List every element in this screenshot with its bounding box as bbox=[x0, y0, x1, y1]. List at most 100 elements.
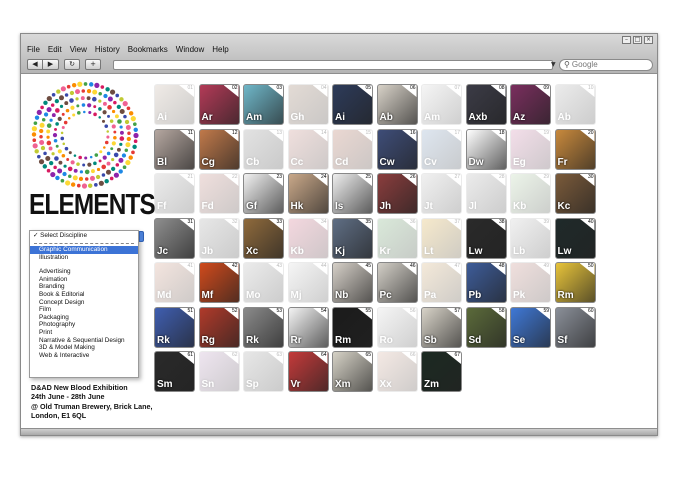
dropdown-option[interactable]: Print bbox=[30, 329, 138, 337]
discipline-dropdown[interactable]: ✓ Select Discipline Graphic Communicatio… bbox=[29, 230, 139, 378]
element-tile[interactable]: 59 Se bbox=[510, 306, 551, 348]
element-tile[interactable]: 48 Pb bbox=[465, 262, 507, 303]
element-tile[interactable]: 19 Eg bbox=[510, 128, 551, 170]
element-tile[interactable]: 43 Mo bbox=[243, 262, 284, 303]
element-tile[interactable]: 21 Ff bbox=[154, 173, 195, 214]
dropdown-option[interactable]: Animation bbox=[30, 276, 138, 284]
element-tile[interactable]: 25 Is bbox=[332, 173, 373, 214]
element-tile[interactable]: 51 Rk bbox=[154, 306, 195, 348]
element-tile[interactable]: 18 Dw bbox=[465, 128, 507, 170]
element-tile[interactable]: 67 Zm bbox=[421, 351, 462, 392]
dropdown-option[interactable]: Packaging bbox=[30, 314, 138, 322]
element-tile[interactable]: 23 Gf bbox=[243, 173, 284, 214]
dropdown-option[interactable]: Advertising bbox=[30, 268, 138, 276]
search-input[interactable]: ⚲ Google bbox=[559, 59, 653, 71]
element-tile[interactable]: 31 Jc bbox=[154, 217, 195, 259]
element-tile[interactable]: 05 Ai bbox=[332, 84, 373, 125]
minimize-button[interactable]: – bbox=[622, 36, 631, 44]
element-tile[interactable]: 56 Ro bbox=[376, 306, 418, 348]
close-button[interactable]: × bbox=[644, 36, 653, 44]
element-tile[interactable]: 40 Lw bbox=[554, 217, 596, 259]
element-tile[interactable]: 66 Xx bbox=[376, 351, 418, 392]
element-tile[interactable]: 16 Cw bbox=[376, 128, 418, 170]
dropdown-header[interactable]: ✓ Select Discipline bbox=[30, 231, 138, 240]
dropdown-option[interactable]: Concept Design bbox=[30, 299, 138, 307]
element-tile[interactable]: 13 Cb bbox=[243, 128, 284, 170]
element-tile[interactable]: 57 Sb bbox=[421, 306, 462, 348]
element-tile[interactable]: 36 Kr bbox=[376, 217, 418, 259]
element-tile[interactable]: 20 Fr bbox=[554, 128, 596, 170]
element-tile[interactable]: 60 Sf bbox=[554, 306, 596, 348]
element-tile[interactable]: 33 Xc bbox=[243, 217, 284, 259]
element-tile[interactable]: 49 Pk bbox=[510, 262, 551, 303]
address-bar[interactable] bbox=[113, 60, 553, 70]
element-tile[interactable]: 24 Hk bbox=[287, 173, 329, 214]
element-tile[interactable]: 17 Cv bbox=[421, 128, 462, 170]
maximize-button[interactable]: □ bbox=[633, 36, 642, 44]
element-tile[interactable]: 34 Kb bbox=[287, 217, 329, 259]
menu-help[interactable]: Help bbox=[212, 45, 228, 54]
element-tile[interactable]: 07 Am bbox=[421, 84, 462, 125]
element-tile[interactable]: 39 Lb bbox=[510, 217, 551, 259]
dropdown-option[interactable]: Web & Interactive bbox=[30, 352, 138, 360]
add-bookmark-button[interactable]: + bbox=[85, 59, 101, 70]
element-tile[interactable]: 26 Jh bbox=[376, 173, 418, 214]
element-tile[interactable]: 54 Rr bbox=[287, 306, 329, 348]
element-tile[interactable]: 64 Vr bbox=[287, 351, 329, 392]
element-tile[interactable]: 65 Xm bbox=[332, 351, 373, 392]
menu-bookmarks[interactable]: Bookmarks bbox=[128, 45, 168, 54]
element-tile[interactable]: 45 Nb bbox=[332, 262, 373, 303]
address-dropdown-icon[interactable]: ▼ bbox=[551, 60, 559, 70]
element-tile[interactable]: 46 Pc bbox=[376, 262, 418, 303]
element-tile[interactable]: 28 Jl bbox=[465, 173, 507, 214]
element-tile[interactable]: 08 Axb bbox=[465, 84, 507, 125]
reload-button[interactable]: ↻ bbox=[64, 59, 80, 70]
element-tile[interactable]: 58 Sd bbox=[465, 306, 507, 348]
menu-edit[interactable]: Edit bbox=[48, 45, 62, 54]
element-tile[interactable]: 12 Cg bbox=[198, 128, 240, 170]
element-tile[interactable]: 06 Ab bbox=[376, 84, 418, 125]
element-tile[interactable]: 03 Am bbox=[243, 84, 284, 125]
element-tile[interactable]: 47 Pa bbox=[421, 262, 462, 303]
element-tile[interactable]: 09 Az bbox=[510, 84, 551, 125]
element-tile[interactable]: 61 Sm bbox=[154, 351, 195, 392]
element-tile[interactable]: 41 Md bbox=[154, 262, 195, 303]
dropdown-toggle-button[interactable] bbox=[139, 231, 144, 242]
element-tile[interactable]: 42 Mf bbox=[198, 262, 240, 303]
forward-button[interactable]: ▶ bbox=[43, 59, 59, 70]
element-tile[interactable]: 04 Gh bbox=[287, 84, 329, 125]
element-tile[interactable]: 50 Rm bbox=[554, 262, 596, 303]
menu-history[interactable]: History bbox=[95, 45, 120, 54]
element-tile[interactable]: 63 Sp bbox=[243, 351, 284, 392]
element-tile[interactable]: 27 Jt bbox=[421, 173, 462, 214]
element-tile[interactable]: 35 Kj bbox=[332, 217, 373, 259]
element-tile[interactable]: 15 Cd bbox=[332, 128, 373, 170]
dropdown-option[interactable]: Film bbox=[30, 306, 138, 314]
back-button[interactable]: ◀ bbox=[27, 59, 43, 70]
element-tile[interactable]: 01 Ai bbox=[154, 84, 195, 125]
menu-window[interactable]: Window bbox=[176, 45, 204, 54]
dropdown-option[interactable]: Narrative & Sequential Design bbox=[30, 337, 138, 345]
element-tile[interactable]: 14 Cc bbox=[287, 128, 329, 170]
dropdown-option[interactable]: Book & Editorial bbox=[30, 291, 138, 299]
element-tile[interactable]: 38 Lw bbox=[465, 217, 507, 259]
dropdown-option[interactable]: 3D & Model Making bbox=[30, 344, 138, 352]
dropdown-option[interactable]: Photography bbox=[30, 321, 138, 329]
dropdown-option[interactable]: Illustration bbox=[30, 254, 138, 262]
element-tile[interactable]: 02 Ar bbox=[198, 84, 240, 125]
element-tile[interactable]: 11 Bl bbox=[154, 128, 195, 170]
element-tile[interactable]: 37 Lt bbox=[421, 217, 462, 259]
element-tile[interactable]: 30 Kc bbox=[554, 173, 596, 214]
element-tile[interactable]: 55 Rm bbox=[332, 306, 373, 348]
menu-file[interactable]: File bbox=[27, 45, 40, 54]
element-tile[interactable]: 44 Mj bbox=[287, 262, 329, 303]
element-tile[interactable]: 10 Ab bbox=[554, 84, 596, 125]
element-tile[interactable]: 62 Sn bbox=[198, 351, 240, 392]
element-tile[interactable]: 53 Rk bbox=[243, 306, 284, 348]
element-tile[interactable]: 52 Rg bbox=[198, 306, 240, 348]
element-tile[interactable]: 22 Fd bbox=[198, 173, 240, 214]
dropdown-option[interactable]: Graphic Communication bbox=[30, 246, 138, 254]
element-tile[interactable]: 29 Kb bbox=[510, 173, 551, 214]
menu-view[interactable]: View bbox=[70, 45, 87, 54]
dropdown-option[interactable]: Branding bbox=[30, 283, 138, 291]
